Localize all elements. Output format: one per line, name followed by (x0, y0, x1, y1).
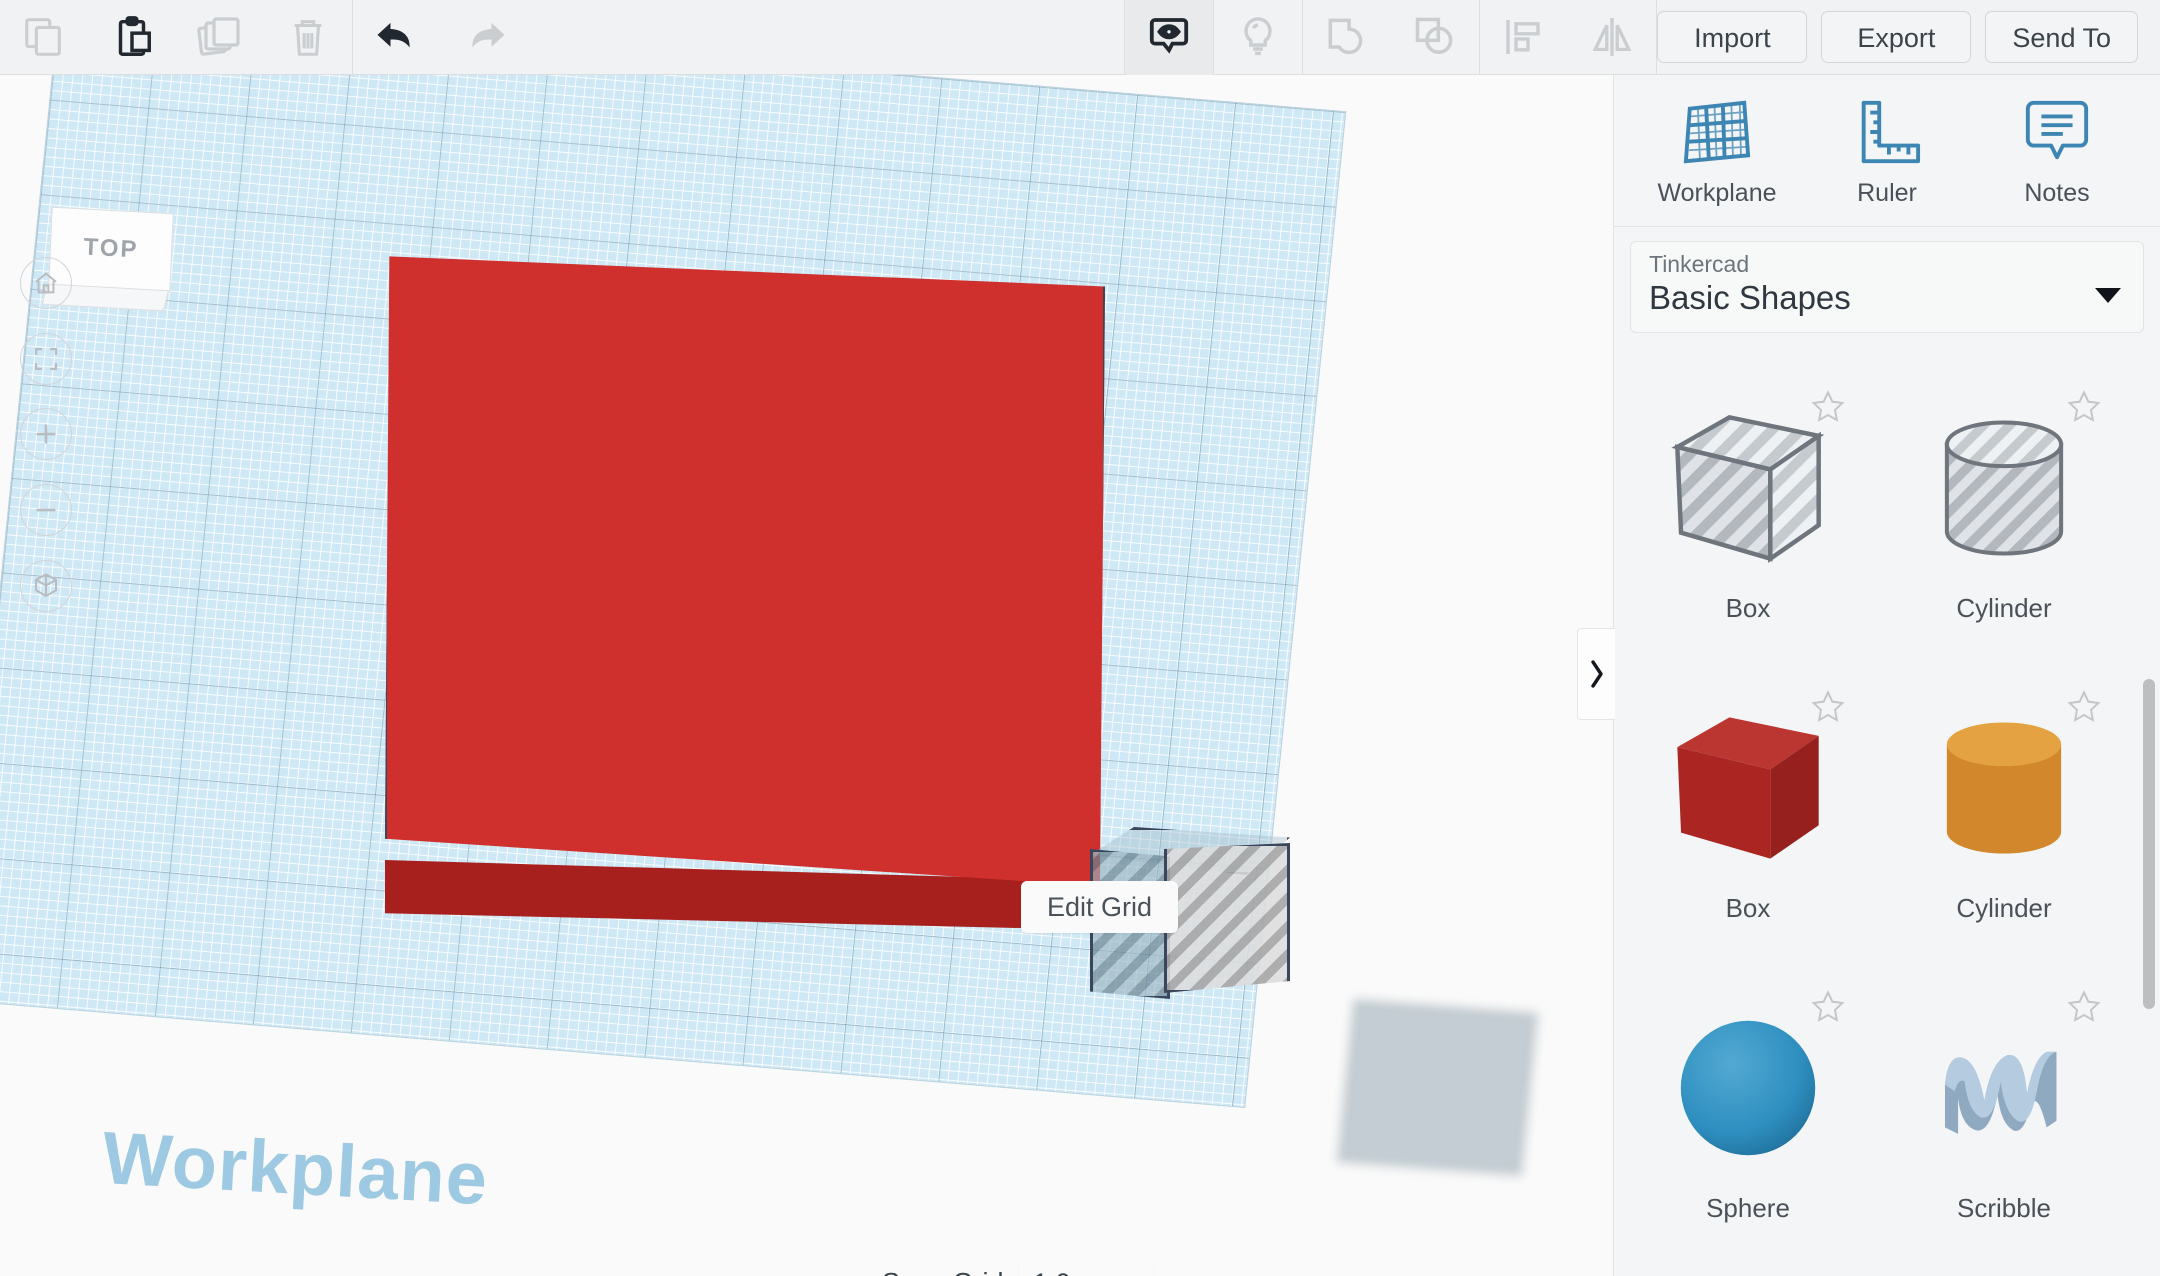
workplane-watermark: Workplane (100, 1115, 491, 1221)
export-button[interactable]: Export (1821, 11, 1972, 63)
workplane-tool-label: Workplane (1657, 179, 1777, 207)
shape-label: Cylinder (1956, 593, 2052, 623)
shapes-scrollbar-track[interactable] (2143, 379, 2155, 1259)
align-icon[interactable] (1480, 0, 1568, 75)
favorite-star-icon[interactable] (1808, 687, 1848, 727)
workplane-tool[interactable]: Workplane (1642, 97, 1792, 208)
clipboard-tool-group (0, 0, 352, 75)
snap-grid-label: Snap Grid (882, 1268, 1004, 1276)
shape-item-cylinder-solid[interactable]: Cylinder (1876, 669, 2132, 969)
delete-icon[interactable] (264, 0, 352, 75)
edit-grid-button[interactable]: Edit Grid (1021, 881, 1179, 933)
zoom-in-button[interactable] (20, 408, 72, 460)
favorite-star-icon[interactable] (1808, 987, 1848, 1027)
group-icon[interactable] (1303, 0, 1391, 75)
favorite-star-icon[interactable] (2064, 687, 2104, 727)
shape-thumbnail (1920, 383, 2088, 593)
shape-label: Scribble (1957, 1193, 2051, 1223)
chevron-down-icon (2095, 288, 2121, 303)
red-box-top-face (385, 256, 1105, 887)
shape-label: Cylinder (1956, 893, 2052, 923)
fit-to-view-button[interactable] (20, 333, 72, 385)
top-toolbar: Import Export Send To (0, 0, 2160, 75)
history-tool-group (353, 0, 529, 75)
view-cube-label: TOP (82, 233, 140, 264)
shape-label: Box (1725, 593, 1771, 623)
3d-viewport[interactable]: Workplane TOP Edit Grid (0, 75, 1613, 1276)
shape-label: Sphere (1706, 1193, 1790, 1223)
favorite-star-icon[interactable] (2064, 387, 2104, 427)
favorite-star-icon[interactable] (1808, 387, 1848, 427)
shapes-scrollbar-thumb[interactable] (2143, 679, 2155, 1009)
undo-icon[interactable] (353, 0, 441, 75)
ruler-tool-label: Ruler (1857, 179, 1917, 207)
shape-item-box-solid[interactable]: Box (1620, 669, 1876, 969)
category-selected-value: Basic Shapes (1649, 279, 1851, 317)
notes-tool-label: Notes (2024, 179, 2090, 207)
ungroup-icon[interactable] (1391, 0, 1479, 75)
shape-item-scribble[interactable]: Scribble (1876, 969, 2132, 1269)
shape-item-box-hole[interactable]: Box (1620, 369, 1876, 669)
shape-category-select[interactable]: Tinkercad Basic Shapes (1630, 241, 2144, 333)
send-to-button[interactable]: Send To (1985, 11, 2138, 63)
shape-thumbnail (1920, 683, 2088, 893)
copy-icon[interactable] (0, 0, 88, 75)
redo-icon[interactable] (441, 0, 529, 75)
shape-thumbnail (1922, 983, 2086, 1193)
ortho-perspective-button[interactable] (20, 560, 72, 612)
notes-tool[interactable]: Notes (1982, 97, 2132, 208)
ruler-tool[interactable]: Ruler (1812, 97, 1962, 208)
shape-label: Box (1725, 893, 1771, 923)
duplicate-icon[interactable] (176, 0, 264, 75)
import-button[interactable]: Import (1657, 11, 1808, 63)
object-tool-group (1125, 0, 1656, 75)
shapes-grid: Box Cylinder Box Cylinder Sphere Scribbl… (1614, 363, 2160, 1269)
shapes-panel: Workplane Ruler Notes Tinkercad Basic Sh… (1613, 75, 2160, 1276)
red-box-object[interactable] (385, 250, 1105, 950)
show-hide-icon[interactable] (1125, 0, 1214, 75)
workplane-scene: Workplane (0, 75, 1613, 1276)
snap-grid-value: 1.0 mm (1033, 1268, 1123, 1276)
hole-box-right-face (1164, 843, 1290, 993)
paste-icon[interactable] (88, 0, 176, 75)
mirror-icon[interactable] (1568, 0, 1656, 75)
category-source-label: Tinkercad (1649, 251, 1750, 277)
home-view-button[interactable] (20, 257, 72, 309)
file-actions: Import Export Send To (1657, 11, 2160, 63)
panel-collapse-button[interactable] (1577, 628, 1615, 720)
shape-thumbnail (1668, 983, 1828, 1193)
shape-item-cylinder-hole[interactable]: Cylinder (1876, 369, 2132, 669)
shapes-scroll-area[interactable]: Box Cylinder Box Cylinder Sphere Scribbl… (1614, 363, 2160, 1276)
lightbulb-icon[interactable] (1214, 0, 1302, 75)
tinkercad-editor: Import Export Send To Workplane TOP Edit… (0, 0, 2160, 1276)
snap-grid-select[interactable]: 1.0 mm (1019, 1257, 1153, 1276)
hole-box-shadow (1336, 998, 1539, 1177)
zoom-out-button[interactable] (20, 484, 72, 536)
shape-item-sphere[interactable]: Sphere (1620, 969, 1876, 1269)
favorite-star-icon[interactable] (2064, 987, 2104, 1027)
panel-tools-row: Workplane Ruler Notes (1614, 75, 2160, 227)
